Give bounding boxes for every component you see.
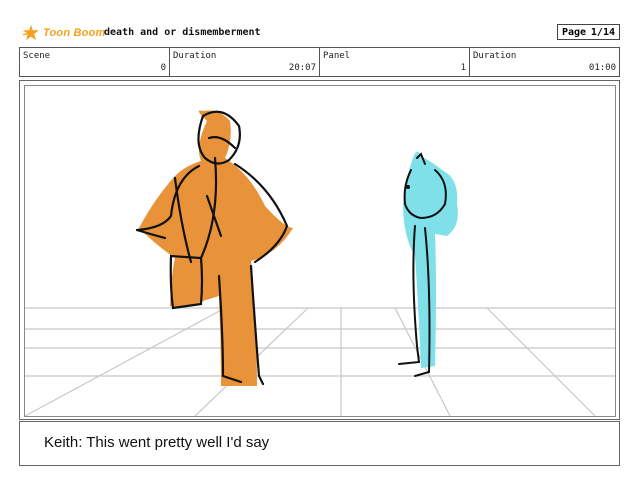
dialog-box: Keith: This went pretty well I'd say <box>19 421 620 466</box>
panel-drawing <box>24 85 616 417</box>
logo-text: Toon Boom <box>43 27 106 39</box>
storyboard-header: Toon Boom death and or dismemberment Pag… <box>18 22 620 44</box>
document-title: death and or dismemberment <box>104 27 261 38</box>
page-value: 1/14 <box>590 26 615 38</box>
panel-duration-value: 01:00 <box>588 63 616 73</box>
panel-value: 1 <box>460 63 466 73</box>
page-label: Page <box>562 26 587 38</box>
dialog-text: Keith: This went pretty well I'd say <box>44 434 270 451</box>
scene-cell: Scene 0 <box>20 48 170 76</box>
storyboard-sketch <box>25 110 615 416</box>
cyan-figure-eye <box>406 185 410 189</box>
scene-info-row: Scene 0 Duration 20:07 Panel 1 Duration … <box>19 47 620 77</box>
floor-grid <box>25 307 615 416</box>
star-burst-icon <box>22 24 40 41</box>
scene-value: 0 <box>160 63 166 73</box>
scene-duration-cell: Duration 20:07 <box>170 48 320 76</box>
panel-duration-cell: Duration 01:00 <box>470 48 619 76</box>
scene-duration-value: 20:07 <box>288 63 316 73</box>
panel-label: Panel <box>323 51 351 61</box>
scene-duration-label: Duration <box>173 51 217 61</box>
scene-label: Scene <box>23 51 51 61</box>
panel-duration-label: Duration <box>473 51 517 61</box>
panel-cell: Panel 1 <box>320 48 470 76</box>
page-indicator: Page 1/14 <box>557 24 620 40</box>
cyan-figure <box>398 151 458 377</box>
